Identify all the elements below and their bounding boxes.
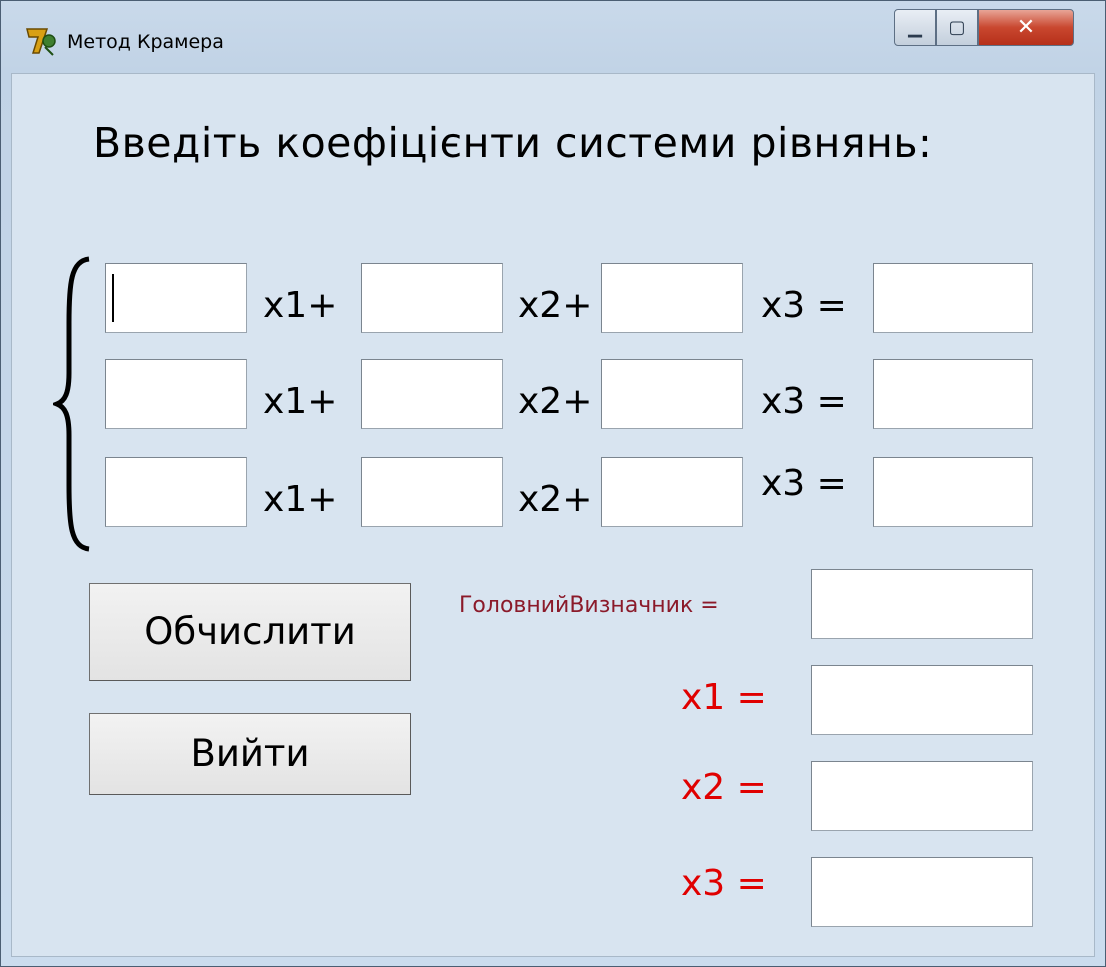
result-x1-label: x1 = — [681, 677, 767, 718]
minimize-button[interactable]: ▁ — [894, 9, 936, 46]
coef-a13-input[interactable] — [601, 263, 743, 333]
x2-label: x2+ — [518, 479, 593, 520]
result-x3-output[interactable] — [811, 857, 1033, 927]
result-x2-output[interactable] — [811, 761, 1033, 831]
page-title: Введіть коефіцієнти системи рівнянь: — [93, 119, 933, 167]
x2-label: x2+ — [518, 285, 593, 326]
result-x1-output[interactable] — [811, 665, 1033, 735]
coef-a12-input[interactable] — [361, 263, 503, 333]
app-window: Метод Крамера ▁ ▢ ✕ Введіть коефіцієнти … — [0, 0, 1106, 967]
x1-label: x1+ — [263, 479, 338, 520]
calculate-button[interactable]: Обчислити — [89, 583, 411, 681]
exit-button[interactable]: Вийти — [89, 713, 411, 795]
x3-label: x3 = — [761, 463, 847, 504]
x1-label: x1+ — [263, 285, 338, 326]
coef-a33-input[interactable] — [601, 457, 743, 527]
maximize-icon: ▢ — [948, 17, 966, 38]
coef-a21-input[interactable] — [105, 359, 247, 429]
x3-label: x3 = — [761, 381, 847, 422]
const-b3-input[interactable] — [873, 457, 1033, 527]
main-determinant-label: ГоловнийВизначник = — [459, 593, 719, 618]
maximize-button[interactable]: ▢ — [936, 9, 978, 46]
coef-a11-input[interactable] — [105, 263, 247, 333]
window-title: Метод Крамера — [67, 31, 224, 53]
minimize-icon: ▁ — [908, 17, 922, 38]
x1-label: x1+ — [263, 381, 338, 422]
coef-a32-input[interactable] — [361, 457, 503, 527]
title-bar[interactable]: Метод Крамера ▁ ▢ ✕ — [1, 1, 1105, 73]
result-x2-label: x2 = — [681, 767, 767, 808]
close-icon: ✕ — [1016, 15, 1036, 40]
x2-label: x2+ — [518, 381, 593, 422]
main-determinant-output[interactable] — [811, 569, 1033, 639]
coef-a22-input[interactable] — [361, 359, 503, 429]
x3-label: x3 = — [761, 285, 847, 326]
result-x3-label: x3 = — [681, 863, 767, 904]
const-b1-input[interactable] — [873, 263, 1033, 333]
brace-icon — [53, 256, 90, 552]
coef-a31-input[interactable] — [105, 457, 247, 527]
close-button[interactable]: ✕ — [978, 9, 1074, 46]
delphi-icon — [26, 28, 56, 56]
coef-a23-input[interactable] — [601, 359, 743, 429]
const-b2-input[interactable] — [873, 359, 1033, 429]
